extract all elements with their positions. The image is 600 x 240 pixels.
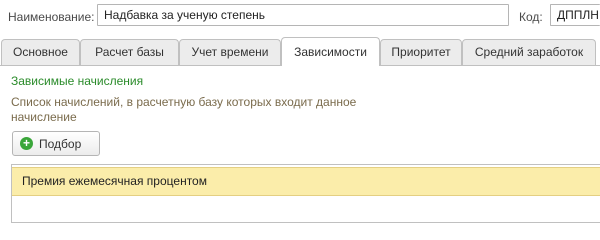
code-label: Код: xyxy=(519,10,543,24)
code-field[interactable]: ДППЛН xyxy=(550,4,600,26)
tab-time-accounting[interactable]: Учет времени xyxy=(179,39,281,65)
tab-base-calculation[interactable]: Расчет базы xyxy=(80,39,179,65)
tab-priority[interactable]: Приоритет xyxy=(380,39,462,65)
tab-main[interactable]: Основное xyxy=(1,39,80,65)
pick-button-label: Подбор xyxy=(39,136,82,151)
list-item[interactable]: Премия ежемесячная процентом xyxy=(12,167,600,196)
name-label: Наименование: xyxy=(8,10,95,24)
section-title: Зависимые начисления xyxy=(11,74,144,88)
tab-bar: Основное Расчет базы Учет времени Зависи… xyxy=(0,37,600,66)
tab-dependencies[interactable]: Зависимости xyxy=(281,37,380,66)
pick-button[interactable]: + Подбор xyxy=(12,131,100,156)
tab-average-earnings[interactable]: Средний заработок xyxy=(462,39,596,65)
dependent-accruals-list[interactable]: Премия ежемесячная процентом xyxy=(11,164,600,223)
plus-circle-icon: + xyxy=(20,137,33,150)
name-field[interactable]: Надбавка за ученую степень xyxy=(97,4,509,26)
section-description: Список начислений, в расчетную базу кото… xyxy=(11,95,357,124)
